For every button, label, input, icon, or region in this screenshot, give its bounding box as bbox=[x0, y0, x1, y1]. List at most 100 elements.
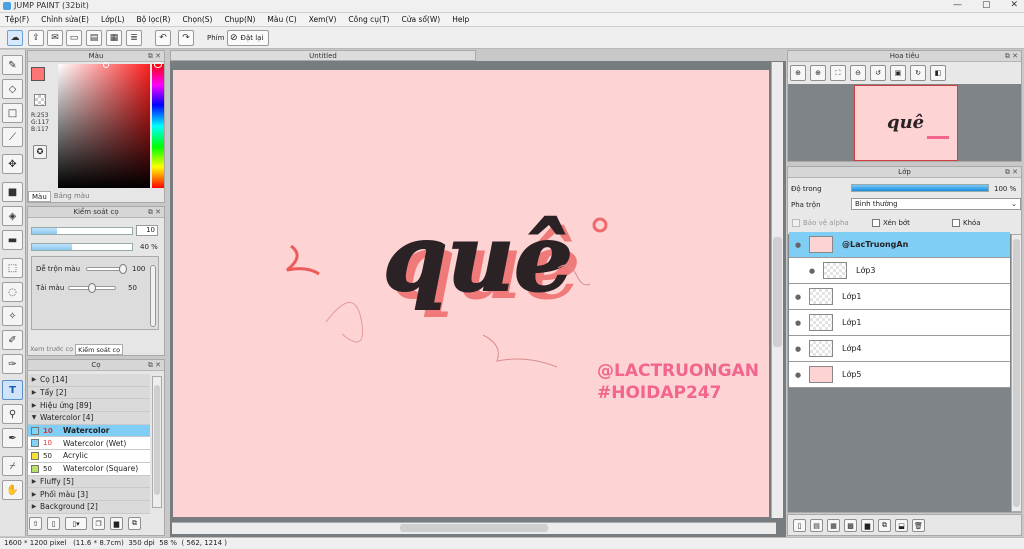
vertical-scroll-thumb[interactable] bbox=[773, 237, 782, 347]
panel-menu-icon[interactable]: ⧉ ✕ bbox=[148, 361, 161, 370]
brush-copy-icon[interactable]: ❐ bbox=[92, 517, 105, 530]
brush-new-icon[interactable]: ▯ bbox=[47, 517, 60, 530]
menu-layer[interactable]: Lớp(L) bbox=[101, 15, 125, 24]
move-tool-icon[interactable]: ✥ bbox=[2, 154, 23, 174]
share-icon[interactable]: ⇪ bbox=[28, 30, 44, 46]
text-tool-icon[interactable]: T bbox=[2, 380, 23, 400]
maximize-button[interactable]: ▢ bbox=[982, 0, 991, 10]
brush-duplicate-icon[interactable]: ⧉ bbox=[128, 517, 141, 530]
mix-slider-knob[interactable] bbox=[119, 264, 127, 274]
fill-rect-tool-icon[interactable]: ■ bbox=[2, 182, 23, 202]
panel-menu-icon[interactable]: ⧉ ✕ bbox=[1005, 168, 1018, 177]
panel-menu-icon[interactable]: ⧉ ✕ bbox=[148, 52, 161, 61]
visibility-icon[interactable]: ● bbox=[793, 318, 803, 328]
comment-icon[interactable]: ✉ bbox=[47, 30, 63, 46]
layer-row[interactable]: ● Lớp1 bbox=[789, 284, 1010, 310]
blend-mode-select[interactable]: Bình thường ⌄ bbox=[851, 198, 1021, 210]
menu-color[interactable]: Màu (C) bbox=[267, 15, 296, 24]
blur-tool-icon[interactable]: ✒ bbox=[2, 428, 23, 448]
brush-item[interactable]: 10 Watercolor (Wet) bbox=[28, 437, 150, 451]
line-tool-icon[interactable]: ⟋ bbox=[2, 127, 23, 147]
menu-filter[interactable]: Bộ lọc(R) bbox=[137, 15, 171, 24]
page-icon[interactable]: ▤ bbox=[86, 30, 102, 46]
grid-page-icon[interactable]: ▦ bbox=[106, 30, 122, 46]
layer-scroll-thumb[interactable] bbox=[1013, 239, 1020, 507]
brush-upload-icon[interactable]: ⇧ bbox=[29, 517, 42, 530]
brush-item[interactable]: 50 Watercolor (Square) bbox=[28, 462, 150, 476]
menu-select[interactable]: Chọn(S) bbox=[182, 15, 212, 24]
delete-layer-icon[interactable]: 🗑 bbox=[912, 519, 925, 532]
palette-icon[interactable]: ✪ bbox=[33, 145, 47, 159]
message-icon[interactable]: ▭ bbox=[66, 30, 82, 46]
zoom-fit-icon[interactable]: ⊕ bbox=[790, 65, 806, 81]
menu-file[interactable]: Tệp(F) bbox=[5, 15, 29, 24]
lasso-tool-icon[interactable]: ◌ bbox=[2, 282, 23, 302]
magic-wand-tool-icon[interactable]: ✧ bbox=[2, 306, 23, 326]
menu-tools[interactable]: Công cụ(T) bbox=[348, 15, 389, 24]
tab-brush-preview[interactable]: Xem trước cọ bbox=[28, 344, 75, 355]
brush-tool-icon[interactable]: ✎ bbox=[2, 55, 23, 75]
brush-group[interactable]: ▶ Phối màu [3] bbox=[28, 488, 150, 501]
bucket-tool-icon[interactable]: ◈ bbox=[2, 206, 23, 226]
layer-row[interactable]: ● Lớp1 bbox=[789, 310, 1010, 336]
menu-edit[interactable]: Chỉnh sửa(E) bbox=[41, 15, 89, 24]
visibility-icon[interactable]: ● bbox=[807, 266, 817, 276]
brush-group[interactable]: ▶ Hiệu ứng [89] bbox=[28, 399, 150, 413]
zoom-in-icon[interactable]: ⊕ bbox=[810, 65, 826, 81]
menu-window[interactable]: Cửa sổ(W) bbox=[401, 15, 440, 24]
new-folder-icon[interactable]: ▆ bbox=[861, 519, 874, 532]
color-picker-handle[interactable] bbox=[103, 62, 109, 68]
brush-group[interactable]: ▶ Cọ [14] bbox=[28, 374, 150, 387]
transparent-color-icon[interactable] bbox=[34, 94, 46, 106]
canvas-horizontal-scrollbar[interactable] bbox=[172, 522, 776, 534]
canvas-vertical-scrollbar[interactable] bbox=[771, 62, 783, 518]
divide-tool-icon[interactable]: ⚲ bbox=[2, 404, 23, 424]
brush-list-scrollbar[interactable] bbox=[152, 376, 162, 508]
flip-icon[interactable]: ◧ bbox=[930, 65, 946, 81]
fit-window-icon[interactable]: ▣ bbox=[890, 65, 906, 81]
hue-handle[interactable] bbox=[154, 62, 162, 68]
brush-item[interactable]: 10 Watercolor bbox=[28, 424, 150, 438]
cloud-icon[interactable]: ☁ bbox=[7, 30, 23, 46]
tab-palette[interactable]: Bảng màu bbox=[51, 191, 93, 202]
mix-slider[interactable] bbox=[86, 264, 127, 274]
new-halftone-layer-icon[interactable]: ▦ bbox=[827, 519, 840, 532]
main-color-swatch[interactable] bbox=[31, 67, 45, 81]
new-layer-icon[interactable]: ▯ bbox=[793, 519, 806, 532]
close-button[interactable]: ✕ bbox=[1010, 0, 1018, 10]
protect-alpha-option[interactable]: Bảo vệ alpha bbox=[792, 219, 849, 227]
eraser-tool-icon[interactable]: ◇ bbox=[2, 79, 23, 99]
minimize-button[interactable]: — bbox=[953, 0, 962, 10]
layer-row[interactable]: ● Lớp3 bbox=[789, 258, 1010, 284]
menu-capture[interactable]: Chụp(N) bbox=[224, 15, 255, 24]
new-layer-type-icon[interactable]: ▤ bbox=[810, 519, 823, 532]
visibility-icon[interactable]: ● bbox=[793, 370, 803, 380]
brush-folder-icon[interactable]: ▆ bbox=[110, 517, 123, 530]
merge-layer-icon[interactable]: ⬓ bbox=[895, 519, 908, 532]
select-eraser-tool-icon[interactable]: ✑ bbox=[2, 354, 23, 374]
panel-menu-icon[interactable]: ⧉ ✕ bbox=[1005, 52, 1018, 61]
visibility-icon[interactable]: ● bbox=[793, 344, 803, 354]
visibility-icon[interactable]: ● bbox=[793, 240, 803, 250]
brush-group[interactable]: ▶ Fluffy [5] bbox=[28, 475, 150, 489]
layer-row[interactable]: ● @LacTruongAn bbox=[789, 232, 1010, 258]
tab-brush-control[interactable]: Kiểm soát cọ bbox=[75, 344, 124, 355]
brush-item[interactable]: 50 Acrylic bbox=[28, 450, 150, 463]
select-pen-tool-icon[interactable]: ✐ bbox=[2, 330, 23, 350]
rect-select-tool-icon[interactable]: ⬚ bbox=[2, 258, 23, 278]
color-saturation-square[interactable] bbox=[58, 62, 150, 188]
menu-view[interactable]: Xem(V) bbox=[309, 15, 337, 24]
tab-color[interactable]: Màu bbox=[28, 191, 51, 202]
list-page-icon[interactable]: ≣ bbox=[126, 30, 142, 46]
brush-list-scroll-thumb[interactable] bbox=[154, 385, 160, 495]
eyedropper-tool-icon[interactable]: ⌿ bbox=[2, 456, 23, 476]
menu-help[interactable]: Help bbox=[452, 15, 469, 24]
layer-row[interactable]: ● Lớp5 bbox=[789, 362, 1010, 388]
duplicate-layer-icon[interactable]: ⧉ bbox=[878, 519, 891, 532]
redo-icon[interactable]: ↷ bbox=[178, 30, 194, 46]
visibility-icon[interactable]: ● bbox=[793, 292, 803, 302]
lock-checkbox[interactable] bbox=[952, 219, 960, 227]
clip-checkbox[interactable] bbox=[872, 219, 880, 227]
rectangle-tool-icon[interactable]: □ bbox=[2, 103, 23, 123]
brush-opacity-slider[interactable] bbox=[31, 243, 133, 251]
